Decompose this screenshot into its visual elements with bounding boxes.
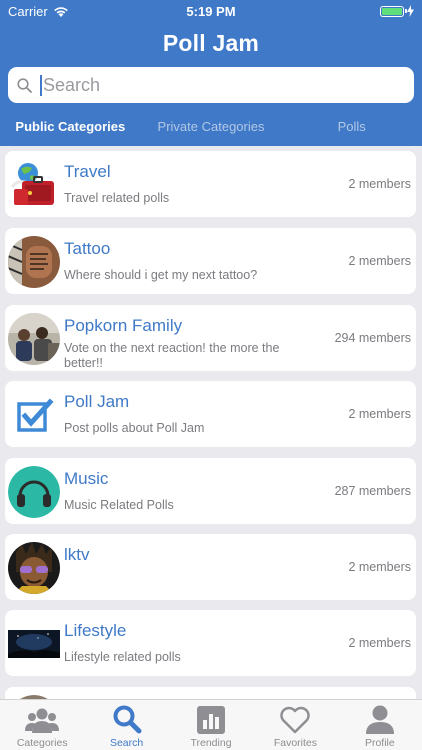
category-card-music[interactable]: Music Music Related Polls 287 members [5, 458, 416, 524]
tab-bar-trending[interactable]: Trending [169, 700, 253, 750]
tattoo-photo-icon [8, 236, 60, 288]
search-box[interactable] [8, 67, 414, 103]
tab-bar-search[interactable]: Search [84, 700, 168, 750]
cartoon-avatar-icon [8, 542, 60, 594]
category-description: Post polls about Poll Jam [64, 421, 205, 435]
person-icon [365, 705, 394, 734]
tab-polls[interactable]: Polls [281, 106, 422, 146]
travel-suitcase-globe-icon [8, 159, 60, 211]
tab-private-categories[interactable]: Private Categories [141, 106, 282, 146]
page-title: Poll Jam [162, 30, 260, 56]
category-name: Tattoo [64, 239, 111, 258]
category-tabs: Public Categories Private Categories Pol… [0, 106, 422, 146]
category-card-lifestyle[interactable]: Lifestyle Lifestyle related polls 2 memb… [5, 610, 416, 676]
family-photo-icon [8, 313, 60, 365]
tab-public-categories[interactable]: Public Categories [0, 106, 141, 146]
category-description: Lifestyle related polls [64, 650, 181, 664]
app-header: Carrier 5:19 PM Poll Jam [0, 0, 422, 66]
status-time: 5:19 PM [186, 4, 236, 19]
category-description: Where should i get my next tattoo? [64, 268, 258, 282]
bar-chart-icon [197, 706, 226, 734]
category-list: Travel Travel related polls 2 members Ta… [0, 147, 422, 699]
category-name: Lifestyle [64, 621, 127, 640]
member-count: 2 members [348, 254, 411, 268]
people-icon [25, 708, 60, 733]
category-card-travel[interactable]: Travel Travel related polls 2 members [5, 151, 416, 217]
category-card-tattoo[interactable]: Tattoo Where should i get my next tattoo… [5, 228, 416, 294]
charging-bolt-icon [407, 5, 414, 17]
member-count: 287 members [334, 484, 411, 498]
category-name: lktv [64, 545, 90, 564]
category-card-popkorn-family[interactable]: Popkorn Family Vote on the next reaction… [5, 305, 416, 371]
headphones-icon [8, 466, 60, 518]
battery-indicator [380, 5, 414, 17]
tab-bar-categories[interactable]: Categories [0, 700, 84, 750]
search-icon [113, 705, 142, 734]
heart-icon [280, 706, 311, 734]
category-description: Vote on the next reaction! the more the … [64, 341, 280, 370]
tab-bar-label: Profile [364, 737, 395, 749]
category-name: Music [64, 469, 109, 488]
search-icon [17, 77, 32, 93]
night-landscape-icon [8, 618, 60, 670]
tab-bar-label: Favorites [273, 737, 318, 749]
member-count: 2 members [348, 636, 411, 650]
category-description: Travel related polls [64, 191, 170, 205]
tab-bar-label: Search [109, 737, 144, 749]
member-count: 2 members [348, 177, 411, 191]
battery-icon [380, 5, 407, 17]
category-name: Travel [64, 162, 111, 181]
category-card-lktv[interactable]: lktv 2 members [5, 534, 416, 600]
category-name: Poll Jam [64, 392, 130, 411]
tab-bar-label: Trending [190, 737, 232, 749]
status-bar: Carrier 5:19 PM [0, 0, 422, 22]
bottom-tab-bar: Categories Search Trending Favorites Pro… [0, 699, 422, 750]
tab-bar-label: Categories [16, 737, 68, 749]
checkbox-check-icon [8, 389, 60, 441]
member-count: 294 members [334, 331, 411, 345]
tab-bar-profile[interactable]: Profile [338, 700, 422, 750]
search-input[interactable] [40, 74, 380, 96]
category-description: Music Related Polls [64, 498, 174, 512]
category-card-partial[interactable] [5, 687, 416, 699]
category-name: Popkorn Family [64, 316, 183, 335]
member-count: 2 members [348, 407, 411, 421]
member-count: 2 members [348, 560, 411, 574]
tab-bar-favorites[interactable]: Favorites [253, 700, 337, 750]
category-card-poll-jam[interactable]: Poll Jam Post polls about Poll Jam 2 mem… [5, 381, 416, 447]
search-bar [0, 66, 422, 106]
